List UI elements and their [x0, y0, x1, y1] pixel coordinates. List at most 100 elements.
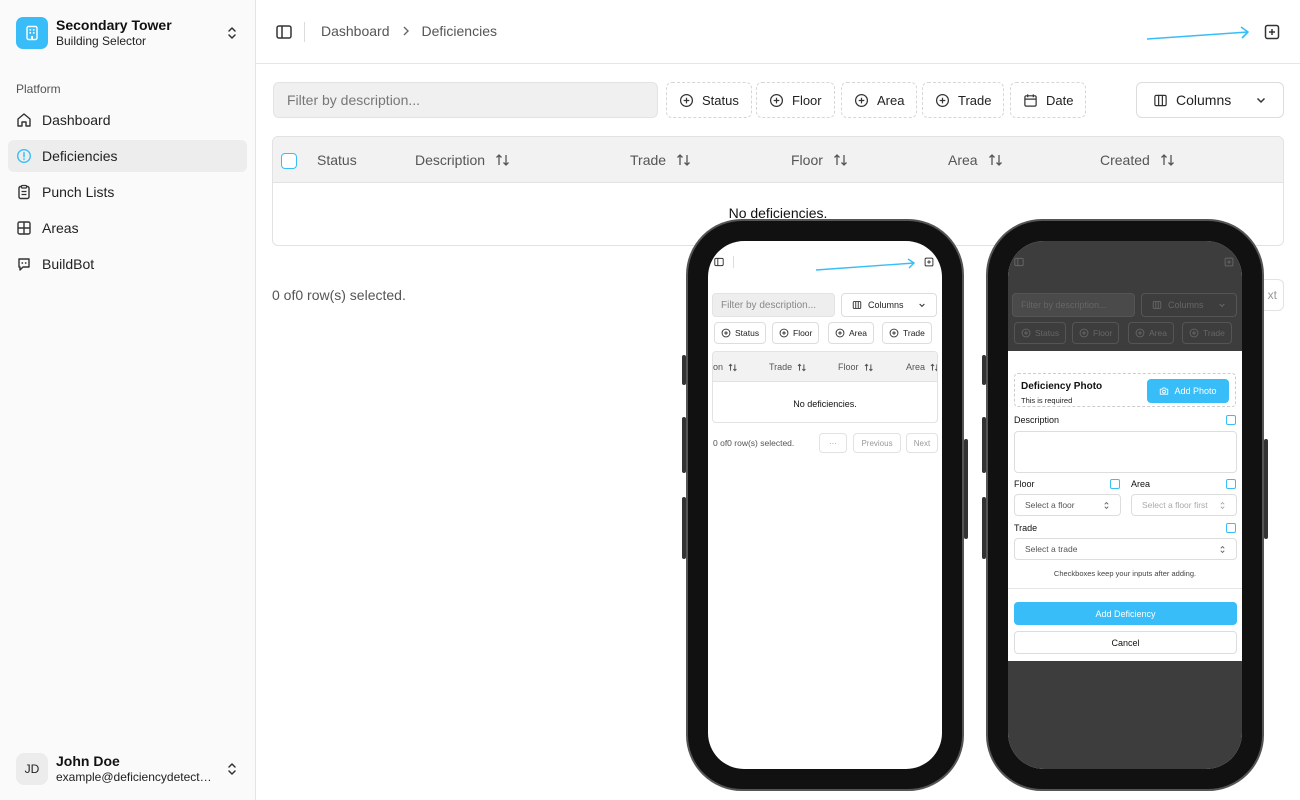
chip-label: Status: [702, 92, 739, 108]
trade-select[interactable]: Select a trade: [1014, 538, 1237, 560]
user-menu[interactable]: JD John Doe example@deficiencydetect....: [16, 752, 240, 786]
chip-label: Trade: [1203, 328, 1225, 338]
filter-input[interactable]: Filter by description...: [273, 82, 658, 118]
columns-label: Columns: [1176, 92, 1232, 108]
plus-circle-icon: [779, 328, 789, 338]
cancel-button[interactable]: Cancel: [1014, 631, 1237, 654]
filter-chip-area[interactable]: Area: [828, 322, 874, 344]
phone-side-button: [982, 355, 986, 385]
plus-circle-icon: [1189, 328, 1199, 338]
add-deficiency-icon[interactable]: [923, 256, 935, 268]
keep-floor-checkbox[interactable]: [1110, 479, 1120, 489]
chip-label: Floor: [1093, 328, 1113, 338]
plus-circle-icon: [679, 93, 694, 107]
column-header-created[interactable]: Created: [1100, 152, 1176, 168]
sidebar-item-punch-lists[interactable]: Punch Lists: [8, 176, 247, 208]
sidebar-item-label: Dashboard: [42, 112, 111, 128]
columns-icon: [1152, 301, 1162, 309]
clipboard-icon: [18, 184, 30, 200]
phone-screen: Filter by description... Columns Status …: [708, 241, 942, 769]
add-deficiency-sheet: Deficiency Photo This is required Add Ph…: [1008, 351, 1242, 661]
columns-button[interactable]: Columns: [841, 293, 937, 317]
column-header-trade[interactable]: Trade: [630, 152, 692, 168]
sidebar-item-dashboard[interactable]: Dashboard: [8, 104, 247, 136]
building-name: Secondary Tower: [56, 17, 172, 33]
sidebar-item-deficiencies[interactable]: Deficiencies: [8, 140, 247, 172]
chevrons-up-down-icon: [1104, 501, 1109, 509]
plus-circle-icon: [769, 93, 784, 107]
camera-icon: [1160, 387, 1169, 395]
filter-chip-floor[interactable]: Floor: [772, 322, 820, 344]
chevron-right-icon: [402, 26, 410, 36]
filter-chip-floor[interactable]: Floor: [756, 82, 835, 118]
chip-label: Floor: [792, 92, 822, 108]
column-header-area[interactable]: Area: [906, 362, 937, 372]
column-header-description[interactable]: on: [713, 362, 738, 372]
add-photo-button[interactable]: Add Photo: [1147, 379, 1229, 403]
plus-circle-icon: [835, 328, 845, 338]
layout-grid-icon: [17, 221, 31, 235]
filter-chip-date[interactable]: Date: [1010, 82, 1087, 118]
column-header-description[interactable]: Description: [415, 152, 511, 168]
filter-input[interactable]: Filter by description...: [712, 293, 835, 317]
area-select[interactable]: Select a floor first: [1131, 494, 1237, 516]
plus-circle-icon: [1021, 328, 1031, 338]
add-deficiency-button[interactable]: Add Deficiency: [1014, 602, 1237, 625]
row-selection-count: 0 of0 row(s) selected.: [713, 438, 795, 448]
chip-label: Status: [1035, 328, 1060, 338]
phone-mockup-add-form: Filter by description... Columns Status …: [982, 219, 1268, 791]
keep-area-checkbox[interactable]: [1226, 479, 1236, 489]
chevron-down-icon: [1219, 303, 1225, 308]
floor-select[interactable]: Select a floor: [1014, 494, 1121, 516]
chevrons-up-down-icon: [1220, 545, 1225, 553]
select-all-checkbox[interactable]: [281, 153, 297, 169]
sort-icon: [797, 363, 806, 371]
trade-select-value: Select a trade: [1025, 544, 1078, 554]
sidebar-item-label: BuildBot: [42, 256, 95, 272]
sort-icon: [988, 154, 1002, 166]
keep-description-checkbox[interactable]: [1226, 415, 1236, 425]
filter-chip-trade[interactable]: Trade: [882, 322, 932, 344]
sort-icon: [496, 154, 509, 166]
deficiencies-table: on Trade Floor Area No deficiencies.: [712, 351, 938, 423]
form-divider: [1008, 588, 1242, 589]
sidebar-item-areas[interactable]: Areas: [8, 212, 247, 244]
previous-page-button[interactable]: Previous: [853, 433, 901, 453]
filter-chip-status[interactable]: Status: [666, 82, 752, 118]
sidebar-item-label: Punch Lists: [42, 184, 115, 200]
description-textarea[interactable]: [1014, 431, 1237, 473]
sort-icon: [677, 154, 691, 166]
sidebar-section-label: Platform: [16, 82, 61, 96]
table-header: Status Description Trade Floor Area Crea…: [273, 137, 1283, 183]
sidebar-toggle-icon[interactable]: [713, 256, 725, 268]
breadcrumb-deficiencies: Deficiencies: [421, 23, 497, 39]
column-header-trade[interactable]: Trade: [769, 362, 807, 372]
sort-icon: [864, 363, 873, 371]
column-header-floor[interactable]: Floor: [838, 362, 874, 372]
plus-circle-icon: [935, 93, 950, 107]
pagination-more-button[interactable]: ···: [819, 433, 847, 453]
chevrons-up-down-icon: [1220, 501, 1225, 509]
breadcrumb: Dashboard Deficiencies: [321, 23, 497, 39]
add-deficiency-icon[interactable]: [1262, 22, 1282, 42]
next-page-button[interactable]: Next: [906, 433, 938, 453]
chip-label: Area: [849, 328, 867, 338]
keep-trade-checkbox[interactable]: [1226, 523, 1236, 533]
filter-chip-area[interactable]: Area: [841, 82, 918, 118]
sort-icon: [728, 363, 737, 371]
column-header-floor[interactable]: Floor: [791, 152, 849, 168]
column-header-status: Status: [317, 152, 357, 168]
columns-button[interactable]: Columns: [1136, 82, 1284, 118]
filter-chip-trade[interactable]: Trade: [922, 82, 1005, 118]
building-icon: [16, 17, 48, 49]
bot-message-icon: [18, 258, 30, 271]
sidebar-toggle-icon[interactable]: [274, 22, 294, 42]
header-divider: [304, 22, 305, 42]
column-header-area[interactable]: Area: [948, 152, 1004, 168]
filter-chip-status[interactable]: Status: [714, 322, 767, 344]
building-selector[interactable]: Secondary Tower Building Selector: [16, 16, 240, 50]
breadcrumb-dashboard[interactable]: Dashboard: [321, 23, 390, 39]
chevron-down-icon: [919, 303, 925, 308]
photo-required-note: This is required: [1021, 396, 1073, 405]
sidebar-item-buildbot[interactable]: BuildBot: [8, 248, 247, 280]
